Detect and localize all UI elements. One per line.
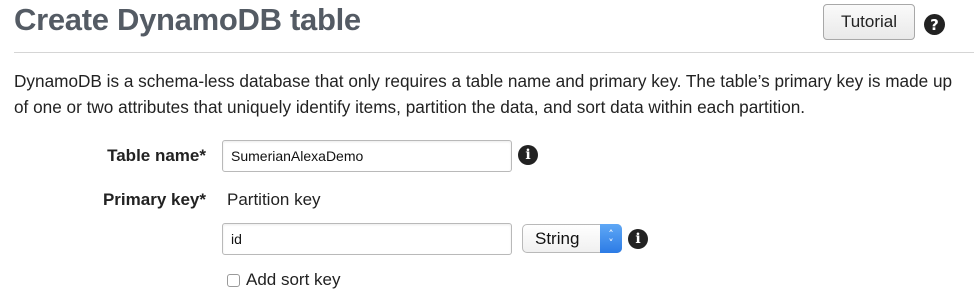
header-divider [14,52,974,53]
description-text: DynamoDB is a schema-less database that … [14,71,953,117]
table-name-input[interactable] [222,140,512,172]
tutorial-button[interactable]: Tutorial [823,4,915,40]
partition-key-type-select[interactable]: String ˄ ˅ [522,224,622,253]
partition-key-info-icon[interactable]: i [628,229,648,249]
select-value: String [535,228,580,248]
add-sort-key-option[interactable]: Add sort key [227,270,341,290]
table-name-info-icon[interactable]: i [518,145,538,165]
chevron-up-down-icon: ˄ ˅ [600,224,622,253]
primary-key-label: Primary key* [102,190,206,209]
partition-key-label: Partition key [227,190,321,209]
table-name-label: Table name* [107,146,206,165]
partition-key-input[interactable] [222,223,512,255]
page-title: Create DynamoDB table [14,2,361,37]
help-icon[interactable]: ? [924,14,945,35]
add-sort-key-checkbox[interactable] [227,274,240,287]
add-sort-key-label: Add sort key [246,270,341,289]
chevron-down-icon: ˅ [608,236,614,250]
